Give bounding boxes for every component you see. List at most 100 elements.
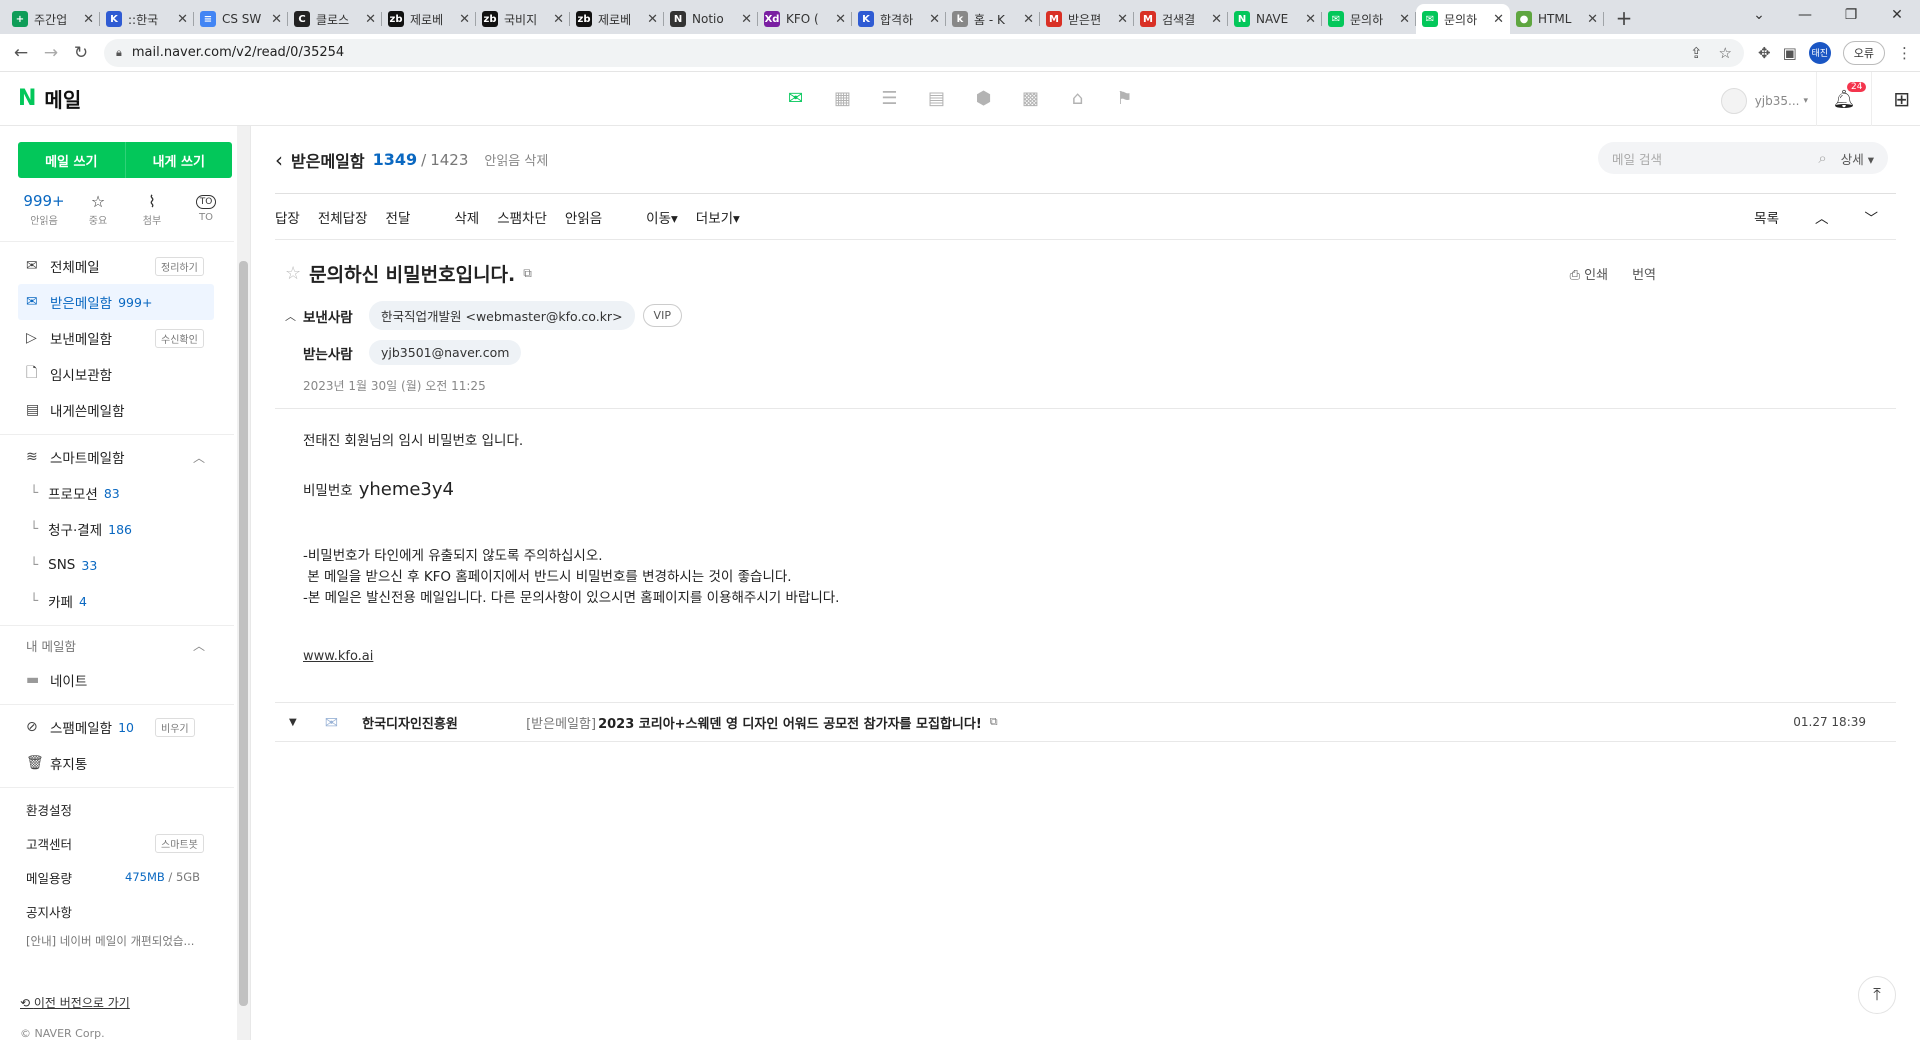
reload-button[interactable]: ↻ — [68, 40, 94, 66]
next-mail-row[interactable]: ▼ ✉ 한국디자인진흥원 [받은메일함] 2023 코리아+스웨덴 영 디자인 … — [275, 702, 1896, 742]
write-mail-button[interactable]: 메일 쓰기 — [18, 142, 126, 178]
unread-filter[interactable]: 999+ 안읽음 — [23, 192, 64, 227]
open-new-window-icon[interactable]: ⧉ — [990, 715, 998, 729]
sender-chip[interactable]: 한국직업개발원 <webmaster@kfo.co.kr> — [369, 301, 635, 330]
tab-close-icon[interactable]: ✕ — [741, 12, 752, 27]
memo-app-icon[interactable]: ☰ — [877, 86, 902, 111]
tab-close-icon[interactable]: ✕ — [1587, 12, 1598, 27]
my-mailbox-group[interactable]: 내 메일함 ︿ — [0, 628, 250, 662]
browser-tab[interactable]: ≡ CS SW ✕ — [194, 4, 288, 34]
support-link[interactable]: 고객센터 스마트봇 — [0, 826, 250, 860]
delete-button[interactable]: 삭제 — [454, 207, 479, 227]
open-new-window-icon[interactable]: ⧉ — [523, 266, 532, 281]
scrollbar-thumb[interactable] — [239, 261, 248, 1006]
folder-smart[interactable]: ≋ 스마트메일함 ︿ — [0, 439, 250, 475]
restore-button[interactable]: ❐ — [1828, 0, 1874, 30]
naver-mail-logo[interactable]: N 메일 — [18, 84, 81, 113]
tab-close-icon[interactable]: ✕ — [1023, 12, 1034, 27]
move-button[interactable]: 이동▾ — [646, 207, 678, 227]
folder-sns[interactable]: └ SNS 33 — [0, 547, 250, 583]
organize-button[interactable]: 정리하기 — [155, 256, 204, 276]
user-menu[interactable]: yjb35... ▾ — [1720, 88, 1808, 114]
caret-down-icon[interactable]: ▼ — [289, 717, 297, 728]
collapse-caret-icon[interactable]: ︿ — [285, 308, 303, 324]
new-tab-button[interactable]: + — [1610, 4, 1638, 32]
folder-trash[interactable]: 🗑︎ 휴지통 — [0, 745, 250, 781]
mark-unread-button[interactable]: 안읽음 — [565, 207, 602, 227]
notification-button[interactable]: 🔔︎ 24 — [1816, 72, 1872, 126]
write-self-button[interactable]: 내게 쓰기 — [126, 142, 233, 178]
tab-close-icon[interactable]: ✕ — [271, 12, 282, 27]
chevron-up-icon[interactable]: ︿ — [193, 637, 205, 654]
browser-tab[interactable]: K::한국 ✕ — [100, 4, 194, 34]
to-me-filter[interactable]: TO TO — [186, 192, 226, 227]
star-icon[interactable]: ☆ — [285, 263, 301, 284]
search-icon[interactable]: ⌕ — [1818, 149, 1826, 167]
browser-tab[interactable]: k 홈 - K ✕ — [946, 4, 1040, 34]
browser-tab[interactable]: + 주간업 ✕ — [6, 4, 100, 34]
browser-tab[interactable]: zb 국비지 ✕ — [476, 4, 570, 34]
tab-close-icon[interactable]: ✕ — [929, 12, 940, 27]
tab-close-icon[interactable]: ✕ — [1305, 12, 1316, 27]
vip-button[interactable]: VIP — [642, 304, 682, 327]
folder-all[interactable]: ✉ 전체메일 정리하기 — [0, 248, 250, 284]
minimize-button[interactable]: — — [1782, 0, 1828, 30]
empty-spam-button[interactable]: 비우기 — [155, 717, 195, 737]
read-receipt-button[interactable]: 수신확인 — [155, 328, 204, 348]
profile-avatar[interactable]: 태진 — [1808, 41, 1831, 64]
share-icon[interactable]: ⇪ — [1690, 44, 1703, 62]
tab-close-icon[interactable]: ✕ — [365, 12, 376, 27]
prev-version-link[interactable]: ⟲ 이전 버전으로 가기 — [0, 994, 250, 1011]
tab-close-icon[interactable]: ✕ — [835, 12, 846, 27]
translate-button[interactable]: 번역 — [1632, 264, 1656, 283]
forward-button[interactable]: → — [38, 40, 64, 66]
close-window-button[interactable]: ✕ — [1874, 0, 1920, 30]
bookmark-star-icon[interactable]: ☆ — [1719, 44, 1732, 62]
folder-self[interactable]: ▤ 내게쓴메일함 — [0, 392, 250, 428]
recipient-chip[interactable]: yjb3501@naver.com — [369, 340, 522, 365]
bookmark-app-icon[interactable]: ⚑ — [1112, 86, 1137, 111]
tab-close-icon[interactable]: ✕ — [647, 12, 658, 27]
folder-promo[interactable]: └ 프로모션 83 — [0, 475, 250, 511]
kfo-link[interactable]: www.kfo.ai — [303, 649, 373, 664]
attachment-filter[interactable]: ⌇ 첨부 — [132, 192, 172, 227]
browser-tab[interactable]: ✉ 문의하 ✕ — [1416, 4, 1510, 34]
tab-close-icon[interactable]: ✕ — [1117, 12, 1128, 27]
back-arrow-icon[interactable]: ‹ — [275, 148, 283, 172]
forward-button[interactable]: 전달 — [386, 207, 411, 227]
tab-close-icon[interactable]: ✕ — [177, 12, 188, 27]
sidebar-scrollbar[interactable] — [237, 126, 250, 1040]
scroll-to-top-button[interactable]: ⤒ — [1858, 976, 1896, 1014]
browser-tab[interactable]: C 클로스 ✕ — [288, 4, 382, 34]
folder-drafts[interactable]: 🗋︎ 임시보관함 — [0, 356, 250, 392]
reply-all-button[interactable]: 전체답장 — [318, 207, 368, 227]
browser-tab[interactable]: ✉ 문의하 ✕ — [1322, 4, 1416, 34]
reply-button[interactable]: 답장 — [275, 207, 300, 227]
browser-tab[interactable]: N NAVE ✕ — [1228, 4, 1322, 34]
tab-close-icon[interactable]: ✕ — [1211, 12, 1222, 27]
browser-tab[interactable]: zb 제로베 ✕ — [570, 4, 664, 34]
mail-app-icon[interactable]: ✉ — [783, 86, 808, 111]
important-filter[interactable]: ☆ 중요 — [78, 192, 118, 227]
smartbot-button[interactable]: 스마트봇 — [155, 833, 204, 853]
folder-inbox[interactable]: ✉ 받은메일함 999+ — [18, 284, 214, 320]
mybox-app-icon[interactable]: ⬢ — [971, 86, 996, 111]
more-button[interactable]: 더보기▾ — [696, 207, 740, 227]
print-button[interactable]: ⎙ 인쇄 — [1570, 264, 1608, 283]
tab-search-icon[interactable]: ⌄ — [1736, 0, 1782, 30]
contacts-app-icon[interactable]: ▤ — [924, 86, 949, 111]
office-app-icon[interactable]: ▩ — [1018, 86, 1043, 111]
browser-tab[interactable]: M 검색결 ✕ — [1134, 4, 1228, 34]
browser-tab[interactable]: K 합격하 ✕ — [852, 4, 946, 34]
browser-tab[interactable]: Xd KFO (✕ — [758, 4, 852, 34]
tab-close-icon[interactable]: ✕ — [83, 12, 94, 27]
notice-link[interactable]: 공지사항 — [0, 894, 250, 928]
calendar-app-icon[interactable]: ▦ — [830, 86, 855, 111]
browser-tab[interactable]: zb 제로베 ✕ — [382, 4, 476, 34]
tab-close-icon[interactable]: ✕ — [1399, 12, 1410, 27]
folder-cafe[interactable]: └ 카페 4 — [0, 583, 250, 619]
browser-tab[interactable]: ● HTML ✕ — [1510, 4, 1604, 34]
home-app-icon[interactable]: ⌂ — [1065, 86, 1090, 111]
tab-close-icon[interactable]: ✕ — [553, 12, 564, 27]
extensions-icon[interactable]: ✥ — [1758, 44, 1771, 62]
